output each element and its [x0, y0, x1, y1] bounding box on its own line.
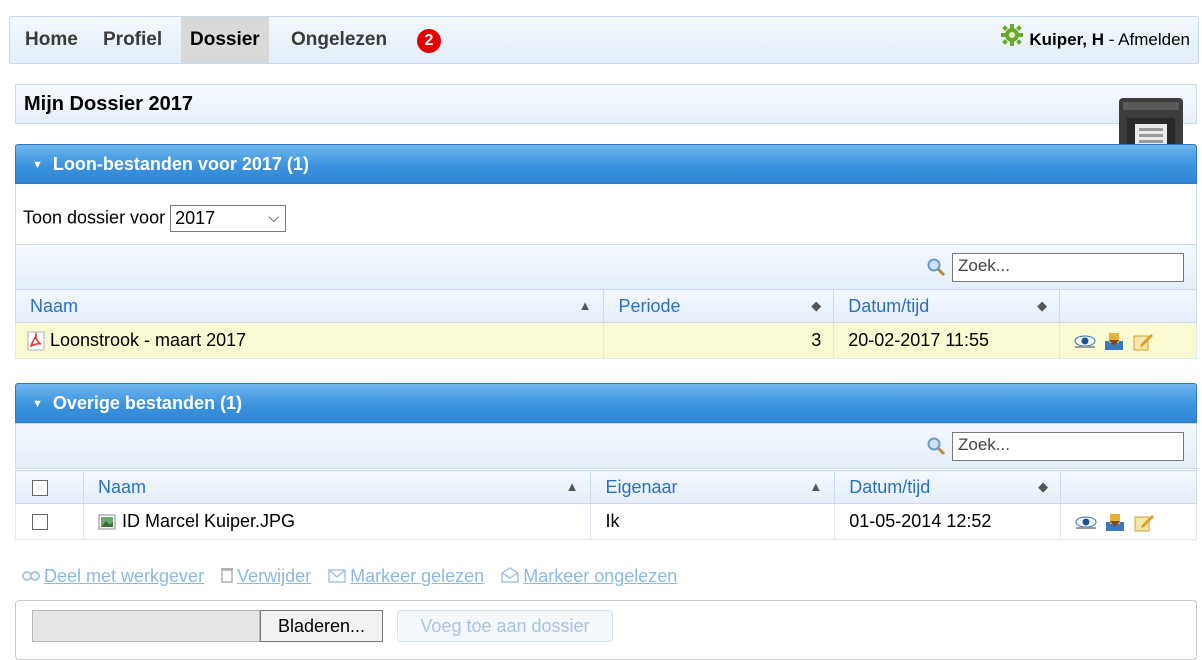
- select-all-cell: [15, 470, 84, 504]
- col-datum[interactable]: Datum/tijd ◆: [833, 289, 1061, 323]
- view-eye-icon[interactable]: [1075, 514, 1097, 530]
- pdf-icon: [27, 331, 45, 351]
- overige-search-placeholder: Zoek...: [958, 435, 1010, 454]
- download-icon[interactable]: [1104, 512, 1126, 532]
- overige-table: Naam ▲ Eigenaar ▲ Datum/tijd ◆ ID Marcel Ku…: [15, 470, 1197, 540]
- datum-cell: 20-02-2017 11:55: [833, 322, 1061, 359]
- sort-both-icon: ◆: [811, 298, 822, 313]
- edit-icon[interactable]: [1132, 331, 1154, 351]
- add-to-dossier-button[interactable]: Voeg toe aan dossier: [397, 610, 613, 642]
- file-name[interactable]: Loonstrook - maart 2017: [50, 330, 246, 350]
- user-separator: -: [1104, 30, 1119, 49]
- share-icon: [22, 567, 40, 588]
- year-filter: Toon dossier voor 2017 ⌵: [23, 205, 287, 232]
- edit-icon[interactable]: [1133, 512, 1155, 532]
- image-file-icon: [98, 514, 116, 530]
- collapse-icon: ▼: [32, 159, 43, 172]
- sort-both-icon: ◆: [1038, 479, 1049, 494]
- table-row[interactable]: ID Marcel Kuiper.JPG Ik 01-05-2014 12:52: [15, 503, 1197, 540]
- actions-cell: [1059, 322, 1197, 359]
- nav-ongelezen[interactable]: Ongelezen: [282, 17, 396, 63]
- view-eye-icon[interactable]: [1074, 333, 1096, 349]
- col-eigenaar-label: Eigenaar: [605, 476, 678, 497]
- overige-section-title: Overige bestanden (1): [52, 393, 242, 413]
- gear-icon[interactable]: [1001, 18, 1024, 64]
- overige-section-header[interactable]: ▼ Overige bestanden (1): [15, 383, 1197, 423]
- col-actions: [1059, 289, 1197, 323]
- file-name-cell[interactable]: Loonstrook - maart 2017: [14, 322, 605, 359]
- datum-cell: 01-05-2014 12:52: [834, 503, 1062, 540]
- loon-table: Naam ▲ Periode ◆ Datum/tijd ◆ Loonstrook - …: [14, 289, 1197, 359]
- nav-dossier[interactable]: Dossier: [181, 17, 269, 63]
- periode-cell: 3: [603, 322, 835, 359]
- table-header-row: Naam ▲ Periode ◆ Datum/tijd ◆: [14, 289, 1197, 323]
- row-checkbox[interactable]: [32, 514, 48, 531]
- col-periode-label: Periode: [618, 295, 681, 316]
- top-navigation: Home Profiel Dossier Ongelezen 2 Kuiper,…: [9, 16, 1199, 64]
- row-select-cell: [15, 503, 84, 540]
- eigenaar-cell: Ik: [590, 503, 836, 540]
- upload-box: Bladeren... Voeg toe aan dossier: [15, 600, 1197, 660]
- col-actions: [1060, 470, 1197, 504]
- table-header-row: Naam ▲ Eigenaar ▲ Datum/tijd ◆: [15, 470, 1197, 504]
- nav-home[interactable]: Home: [16, 17, 87, 63]
- envelope-icon: [328, 567, 346, 588]
- search-icon: [926, 257, 946, 282]
- table-row[interactable]: Loonstrook - maart 2017 3 20-02-2017 11:…: [14, 322, 1197, 359]
- col-periode[interactable]: Periode ◆: [603, 289, 835, 323]
- select-all-checkbox[interactable]: [32, 479, 48, 496]
- search-icon: [926, 436, 946, 461]
- sort-asc-icon: ▲: [809, 479, 823, 494]
- download-icon[interactable]: [1103, 331, 1125, 351]
- mark-read-link[interactable]: Markeer gelezen: [350, 566, 484, 586]
- loon-search-placeholder: Zoek...: [958, 256, 1010, 275]
- trash-icon: [221, 567, 234, 588]
- col-datum-label: Datum/tijd: [849, 476, 931, 497]
- mark-unread-link[interactable]: Markeer ongelezen: [523, 566, 677, 586]
- share-with-employer-link[interactable]: Deel met werkgever: [44, 566, 204, 586]
- page-title: Mijn Dossier 2017: [24, 93, 193, 115]
- year-filter-label: Toon dossier voor: [23, 207, 166, 228]
- page-title-bar: Mijn Dossier 2017: [15, 84, 1197, 124]
- file-path-field[interactable]: [32, 610, 260, 642]
- user-name[interactable]: Kuiper, H: [1029, 30, 1104, 49]
- user-box: Kuiper, H - Afmelden: [1001, 17, 1190, 63]
- unread-count-badge: 2: [417, 29, 441, 53]
- actions-cell: [1060, 503, 1197, 540]
- delete-link[interactable]: Verwijder: [237, 566, 311, 586]
- browse-button[interactable]: Bladeren...: [260, 610, 383, 642]
- col-naam[interactable]: Naam ▲: [82, 470, 592, 504]
- year-select[interactable]: 2017 ⌵: [170, 205, 287, 232]
- overige-search-bar: Zoek...: [15, 423, 1197, 469]
- col-eigenaar[interactable]: Eigenaar ▲: [590, 470, 836, 504]
- col-naam[interactable]: Naam ▲: [14, 289, 605, 323]
- bulk-actions: Deel met werkgever Verwijder Markeer gel…: [22, 566, 689, 588]
- sort-asc-icon: ▲: [565, 479, 579, 494]
- col-naam-label: Naam: [97, 476, 146, 497]
- envelope-open-icon: [501, 566, 519, 588]
- overige-search-input[interactable]: Zoek...: [952, 432, 1184, 461]
- file-name-cell[interactable]: ID Marcel Kuiper.JPG: [82, 503, 592, 540]
- loon-section-title: Loon-bestanden voor 2017 (1): [52, 154, 309, 174]
- file-name[interactable]: ID Marcel Kuiper.JPG: [122, 511, 295, 531]
- logout-link[interactable]: Afmelden: [1118, 30, 1190, 49]
- year-select-value: 2017: [175, 208, 216, 228]
- sort-asc-icon: ▲: [578, 298, 592, 313]
- collapse-icon: ▼: [32, 398, 43, 411]
- loon-search-input[interactable]: Zoek...: [952, 253, 1184, 282]
- col-datum-label: Datum/tijd: [848, 295, 930, 316]
- chevron-down-icon: ⌵: [268, 209, 280, 225]
- col-datum[interactable]: Datum/tijd ◆: [834, 470, 1062, 504]
- loon-section-header[interactable]: ▼ Loon-bestanden voor 2017 (1): [15, 144, 1197, 184]
- col-naam-label: Naam: [30, 295, 79, 316]
- nav-profiel[interactable]: Profiel: [94, 17, 171, 63]
- sort-both-icon: ◆: [1037, 298, 1048, 313]
- loon-search-bar: Zoek...: [15, 244, 1197, 290]
